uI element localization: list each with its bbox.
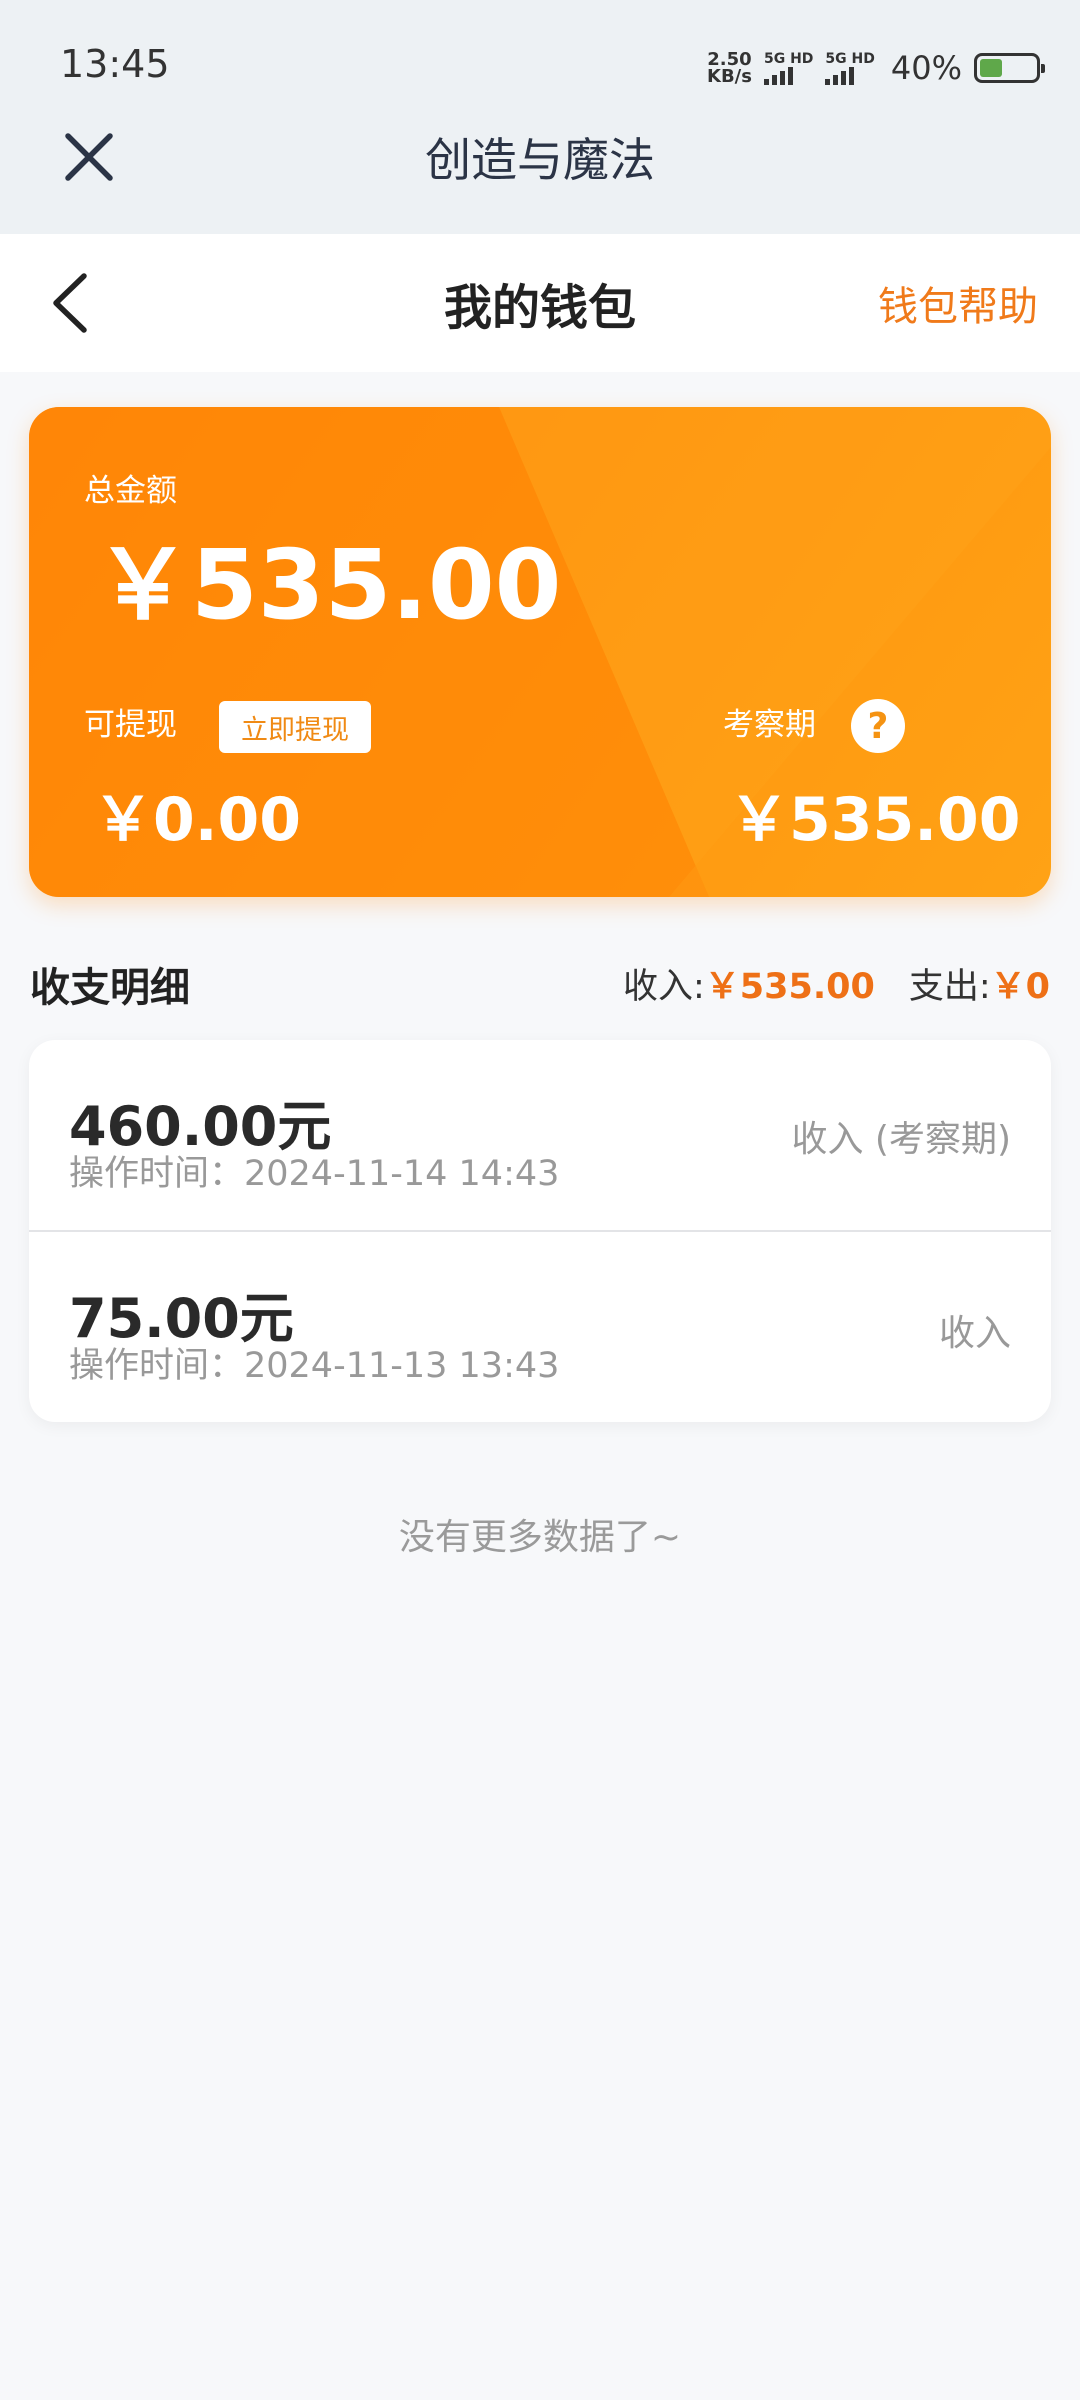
battery-fill [980,59,1002,77]
signal-icon: 5G HD [825,51,875,85]
sim1-label: 5G HD [763,51,814,67]
transaction-row: 75.00元 操作时间：2024-11-13 13:43 收入 [29,1230,1051,1422]
withdrawable-value: ￥0.00 [93,785,302,855]
question-icon[interactable]: ? [851,699,905,753]
battery-icon [974,53,1045,83]
income-total: ￥535.00 [704,967,875,1007]
total-amount-value: ￥535.00 [95,529,562,641]
transaction-list: 460.00元 操作时间：2024-11-14 14:43 收入 (考察期) 7… [29,1040,1051,1422]
expense-label: 支出: [908,967,991,1007]
details-summary: 收入: ￥535.00 支出: ￥0 [623,958,1050,1009]
status-time: 13:45 [60,42,170,86]
withdrawable-label: 可提现 [84,707,177,743]
expense-total: ￥0 [990,967,1050,1007]
transaction-time: 操作时间：2024-11-13 13:43 [69,1346,560,1386]
battery-percent: 40% [890,49,962,87]
details-title: 收支明细 [30,965,190,1011]
total-amount-label: 总金额 [84,473,177,509]
probation-label: 考察期 [723,707,816,743]
balance-card: 总金额 ￥535.00 可提现 立即提现 ￥0.00 考察期 ? ￥535.00 [29,407,1051,897]
transaction-row: 460.00元 操作时间：2024-11-14 14:43 收入 (考察期) [29,1040,1051,1230]
network-speed-unit: KB/s [707,66,752,87]
transaction-type: 收入 [938,1313,1011,1354]
wallet-help-link[interactable]: 钱包帮助 [878,274,1038,332]
income-label: 收入: [622,967,705,1007]
app-title: 创造与魔法 [425,133,655,187]
status-icons: 2.50 KB/s 5G HD 5G HD 40% [707,46,1045,90]
transaction-time: 操作时间：2024-11-14 14:43 [69,1154,560,1194]
sim2-label: 5G HD [825,51,875,67]
transaction-type: 收入 (考察期) [791,1119,1011,1160]
network-speed: 2.50 KB/s [707,51,752,87]
signal-icon: 5G HD [763,51,814,85]
withdraw-now-button[interactable]: 立即提现 [219,701,371,753]
system-header: 13:45 2.50 KB/s 5G HD 5G HD 40% 创造与魔法 [0,0,1080,234]
no-more-data: 没有更多数据了~ [398,1517,682,1558]
nav-bar: 我的钱包 钱包帮助 [0,234,1080,372]
probation-value: ￥535.00 [729,785,1021,855]
